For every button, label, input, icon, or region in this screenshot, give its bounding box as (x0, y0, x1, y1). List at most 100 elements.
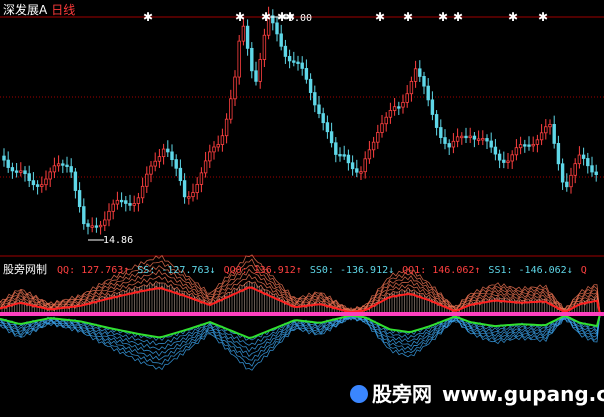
signal-marker: ✱ (453, 10, 463, 24)
candle-body (380, 123, 384, 133)
candle-body (447, 143, 451, 148)
candle-body (464, 135, 468, 139)
candle-body (174, 159, 178, 169)
candle-body (35, 184, 40, 187)
candle-body (367, 149, 372, 160)
candle-body (195, 184, 199, 193)
lower-wave-line (0, 312, 604, 353)
chart-canvas[interactable]: ✱ ✱ ✱ ✱✱ ✱ ✱ ✱ ✱ ✱ ✱9.0014.86 (0, 0, 604, 417)
candle-body (493, 146, 498, 155)
candle-body (19, 170, 23, 173)
candle-body (166, 148, 170, 153)
candle-body (161, 148, 166, 158)
candle-body (287, 56, 292, 62)
chart-title: 深发展A 日线 (3, 1, 75, 18)
candle-body (556, 143, 561, 165)
candle-body (170, 151, 174, 161)
candle-body (401, 101, 405, 108)
candle-body (140, 185, 145, 199)
watermark-cn: 股旁网 (372, 382, 432, 406)
candle-body (565, 181, 569, 188)
candle-body (111, 203, 115, 212)
indicator-value-3: SS0: -136.912↓ (309, 265, 395, 276)
signal-marker: ✱ (235, 10, 245, 24)
candle-body (250, 47, 254, 72)
candle-body (518, 144, 523, 149)
indicator-value-5: SS1: -146.062↓ (488, 265, 573, 276)
candle-body (27, 173, 31, 182)
candle-body (48, 171, 52, 180)
candle-body (485, 138, 489, 142)
candle-body (262, 34, 267, 60)
candle-body (560, 163, 565, 183)
candle-body (275, 22, 279, 35)
candle-body (346, 154, 351, 164)
candle-body (506, 160, 510, 163)
candle-body (476, 138, 481, 141)
candle-body (502, 159, 506, 163)
candle-body (136, 197, 141, 204)
candle-body (73, 171, 78, 191)
candle-body (590, 165, 594, 173)
candle-body (363, 158, 367, 173)
candle-body (338, 154, 342, 157)
signal-marker: ✱ (508, 10, 518, 24)
upper-wave-line (0, 273, 604, 316)
candle-body (535, 139, 540, 145)
candle-body (6, 159, 10, 168)
candle-body (279, 33, 283, 47)
candle-body (422, 76, 426, 87)
candle-body (418, 68, 422, 77)
candle-body (216, 144, 220, 148)
candle-body (115, 199, 120, 205)
indicator-value-1: SS: -127.763↓ (137, 265, 216, 276)
signal-marker: ✱ (538, 10, 548, 24)
candle-body (283, 45, 288, 57)
indicator-value-2: QQ0: 136.912↑ (223, 265, 302, 276)
low-marker-label: 14.86 (103, 235, 133, 246)
watermark: 股旁网 www.gupang.com (350, 378, 604, 407)
candle-body (539, 132, 544, 141)
candle-body (178, 167, 183, 182)
candle-body (451, 140, 456, 148)
candle-body (40, 184, 44, 187)
candle-body (304, 68, 309, 80)
signal-marker: ✱ (403, 10, 413, 24)
candle-body (573, 163, 577, 176)
candle-body (203, 160, 208, 174)
candle-body (594, 171, 598, 175)
indicator-value-4: QQ1: 146.062↑ (402, 265, 481, 276)
candle-body (342, 154, 346, 157)
candle-body (510, 154, 514, 162)
candle-body (350, 162, 355, 170)
candle-body (586, 158, 590, 167)
candle-body (325, 122, 330, 133)
candle-body (145, 173, 149, 187)
candle-body (82, 206, 86, 225)
candle-body (468, 135, 472, 138)
candle-body (77, 190, 82, 208)
candle-body (128, 203, 132, 206)
candle-body (544, 126, 548, 134)
indicator-value-6: Q (580, 265, 587, 276)
period-label[interactable]: 日线 (51, 3, 75, 17)
candle-body (434, 114, 439, 128)
candle-body (191, 192, 195, 198)
chart-window: ✱ ✱ ✱ ✱ ✱ ✱ ✱ ✱ ✱ ✱ ✱ 9.00 14.86 深发展A 日线 股旁网制 QQ: 127… (0, 0, 604, 417)
candle-body (224, 118, 229, 137)
candle-body (384, 116, 388, 125)
candle-body (523, 144, 527, 147)
candle-body (296, 61, 300, 64)
candle-body (443, 137, 447, 144)
candle-body (61, 163, 65, 166)
candle-body (220, 135, 225, 145)
candle-body (94, 225, 99, 228)
candle-body (237, 40, 241, 78)
watermark-url: www.gupang.com (442, 382, 604, 406)
candle-body (233, 76, 237, 100)
high-marker-label: 9.00 (288, 13, 312, 24)
candle-body (31, 180, 36, 186)
indicator-name[interactable]: 股旁网制 (3, 263, 47, 276)
indicator-legend: 股旁网制 QQ: 127.763↑ SS: -127.763↓ QQ0: 136.9… (3, 261, 595, 277)
candle-body (489, 140, 493, 148)
